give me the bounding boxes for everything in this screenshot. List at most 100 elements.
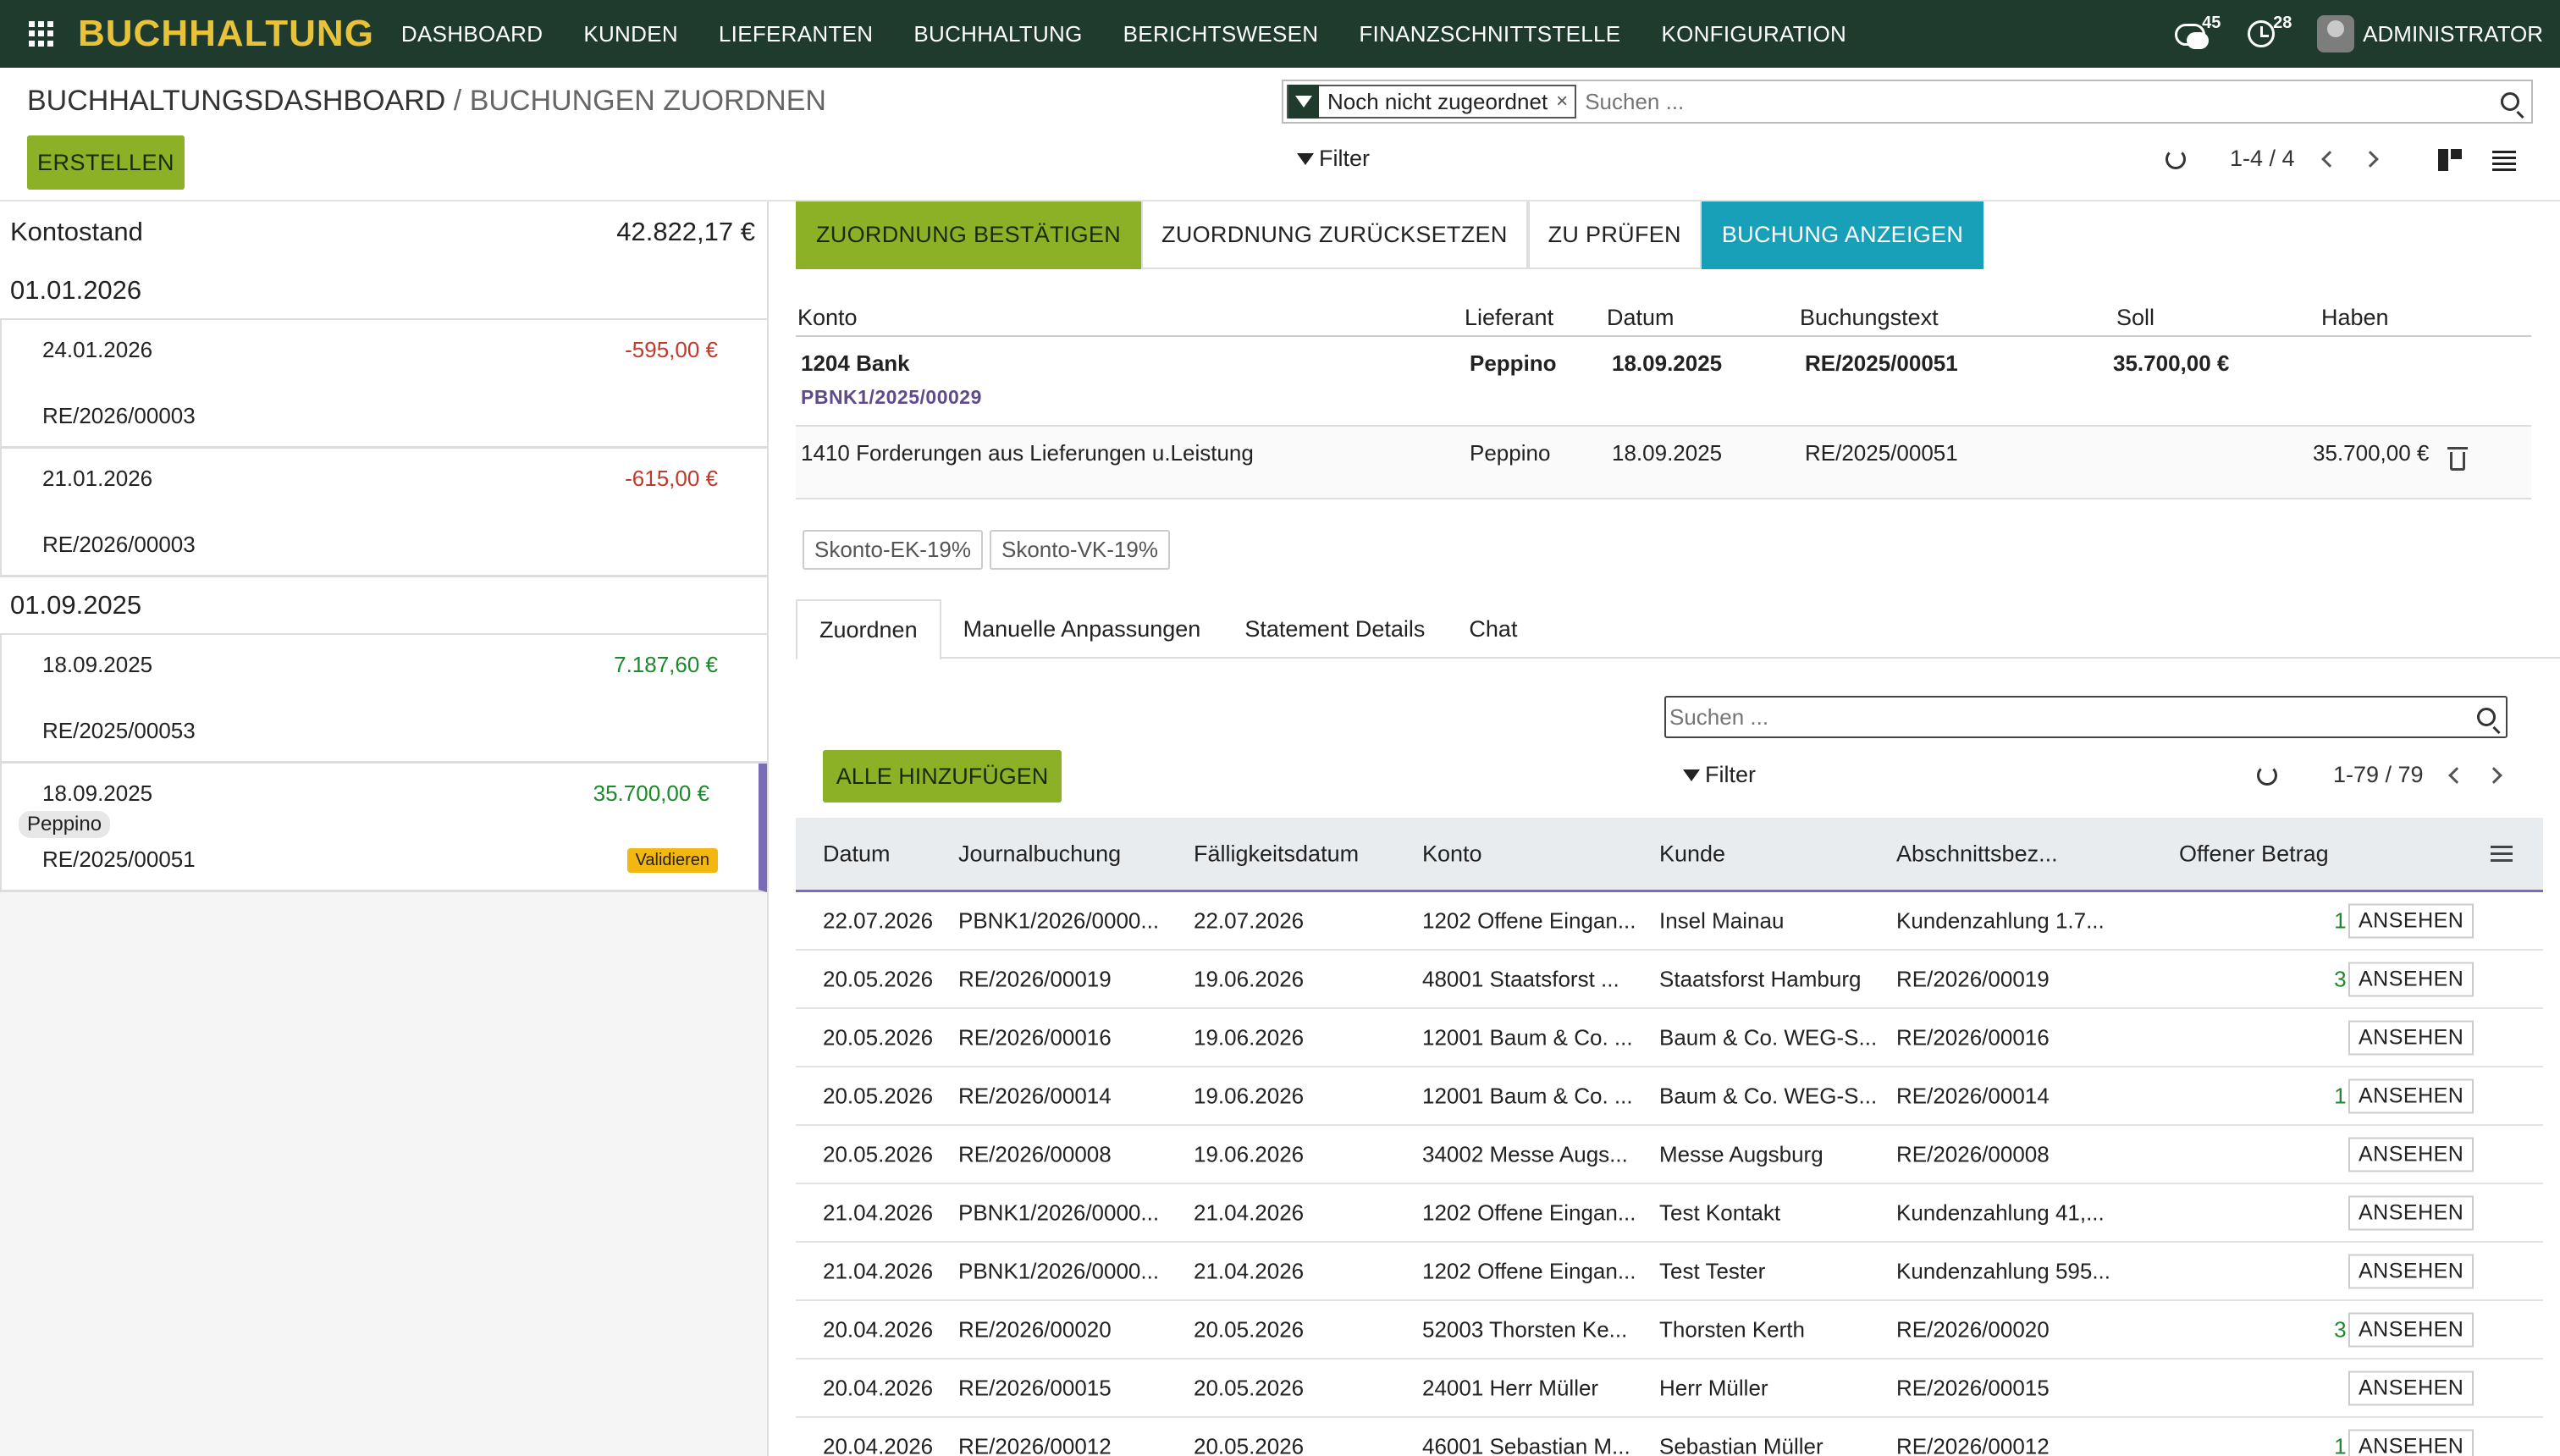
- row-date: 22.07.2026: [823, 907, 934, 933]
- card-amount: -615,00 €: [625, 466, 718, 491]
- col-journalbuchung[interactable]: Journalbuchung: [958, 841, 1121, 867]
- tab-manuelle-anpassungen[interactable]: Manuelle Anpassungen: [941, 599, 1223, 659]
- list-view-icon[interactable]: [2492, 151, 2516, 171]
- validate-badge[interactable]: Validieren: [626, 848, 718, 873]
- col-kunde[interactable]: Kunde: [1659, 841, 1725, 867]
- pager-next-icon[interactable]: [2485, 766, 2502, 784]
- card-reference: RE/2026/00003: [42, 403, 196, 428]
- to-check-button[interactable]: ZU PRÜFEN: [1527, 201, 1702, 269]
- table-row[interactable]: 20.04.2026 RE/2026/00015 20.05.2026 24001 H…: [796, 1359, 2543, 1418]
- journal-line[interactable]: 1204 Bank PBNK1/2025/00029 Peppino 18.09…: [796, 337, 2531, 427]
- table-row[interactable]: 20.04.2026 RE/2026/00012 20.05.2026 46001 S…: [796, 1418, 2543, 1456]
- row-customer: Test Kontakt: [1659, 1200, 1781, 1225]
- view-button[interactable]: ANSEHEN: [2348, 903, 2474, 938]
- row-label: RE/2026/00012: [1896, 1433, 2050, 1456]
- table-row[interactable]: 20.04.2026 RE/2026/00020 20.05.2026 52003 T…: [796, 1301, 2543, 1359]
- view-button[interactable]: ANSEHEN: [2348, 962, 2474, 996]
- row-journal-entry: RE/2026/00019: [958, 966, 1112, 991]
- row-journal-entry: RE/2026/00012: [958, 1433, 1112, 1456]
- inner-filter-dropdown[interactable]: Filter: [1683, 762, 1756, 788]
- row-label: RE/2026/00020: [1896, 1316, 2050, 1342]
- apps-grid-icon[interactable]: [29, 21, 54, 47]
- view-button[interactable]: ANSEHEN: [2348, 1195, 2474, 1230]
- menu-buchhaltung[interactable]: BUCHHALTUNG: [913, 21, 1082, 47]
- row-due-date: 19.06.2026: [1194, 1141, 1305, 1166]
- menu-kunden[interactable]: KUNDEN: [583, 21, 678, 47]
- refresh-icon[interactable]: [2166, 148, 2186, 169]
- confirm-reconcile-button[interactable]: ZUORDNUNG BESTÄTIGEN: [796, 201, 1142, 269]
- view-button[interactable]: ANSEHEN: [2348, 1020, 2474, 1055]
- create-button[interactable]: ERSTELLEN: [27, 135, 185, 190]
- menu-lieferanten[interactable]: LIEFERANTEN: [719, 21, 873, 47]
- pager-next-icon[interactable]: [2361, 150, 2379, 168]
- user-avatar[interactable]: [2317, 15, 2355, 52]
- statement-card[interactable]: 21.01.2026 -615,00 € RE/2026/00003: [0, 449, 767, 577]
- pager-previous-icon[interactable]: [2447, 766, 2465, 784]
- top-navbar: BUCHHALTUNG DASHBOARD KUNDEN LIEFERANTEN…: [0, 0, 2560, 68]
- facet-remove-icon[interactable]: ×: [1556, 90, 1568, 113]
- refresh-icon[interactable]: [2257, 764, 2277, 786]
- table-row[interactable]: 21.04.2026 PBNK1/2026/0000... 21.04.2026 12…: [796, 1243, 2543, 1301]
- col-konto: Konto: [797, 305, 858, 330]
- table-row[interactable]: 21.04.2026 PBNK1/2026/0000... 21.04.2026 12…: [796, 1184, 2543, 1243]
- col-offener-betrag[interactable]: Offener Betrag: [2179, 841, 2329, 867]
- app-brand[interactable]: BUCHHALTUNG: [78, 13, 374, 55]
- search-input[interactable]: [1576, 88, 2501, 115]
- statement-lines-panel: Kontostand 42.822,17 € 01.01.2026 24.01.…: [0, 201, 769, 1456]
- line-bank-reference[interactable]: PBNK1/2025/00029: [801, 386, 982, 409]
- model-tag[interactable]: Skonto-EK-19%: [803, 530, 983, 570]
- column-settings-icon[interactable]: [2491, 845, 2513, 863]
- filter-dropdown[interactable]: Filter: [1297, 146, 1370, 172]
- model-tag[interactable]: Skonto-VK-19%: [989, 530, 1170, 570]
- show-entry-button[interactable]: BUCHUNG ANZEIGEN: [1701, 201, 1984, 269]
- table-row[interactable]: 20.05.2026 RE/2026/00016 19.06.2026 12001 B…: [796, 1009, 2543, 1067]
- breadcrumb-current: BUCHUNGEN ZUORDNEN: [469, 85, 826, 117]
- view-button[interactable]: ANSEHEN: [2348, 1312, 2474, 1347]
- pager-value[interactable]: 1-79 / 79: [2333, 762, 2424, 788]
- statement-card[interactable]: 18.09.2025 7.187,60 € RE/2025/00053: [0, 635, 767, 764]
- messages-icon[interactable]: 45: [2175, 14, 2221, 51]
- col-haben: Haben: [2321, 305, 2389, 330]
- view-button[interactable]: ANSEHEN: [2348, 1078, 2474, 1113]
- reset-reconcile-button[interactable]: ZUORDNUNG ZURÜCKSETZEN: [1141, 201, 1528, 269]
- view-button[interactable]: ANSEHEN: [2348, 1137, 2474, 1172]
- row-label: RE/2026/00019: [1896, 966, 2050, 991]
- col-abschnittsbez[interactable]: Abschnittsbez...: [1896, 841, 2058, 867]
- col-datum[interactable]: Datum: [823, 841, 891, 867]
- statement-card[interactable]: 24.01.2026 -595,00 € RE/2026/00003: [0, 320, 767, 449]
- pager-previous-icon[interactable]: [2320, 150, 2338, 168]
- tab-zuordnen[interactable]: Zuordnen: [796, 599, 941, 660]
- kanban-view-icon[interactable]: [2438, 149, 2462, 171]
- search-icon[interactable]: [2477, 708, 2496, 726]
- menu-finanzschnittstelle[interactable]: FINANZSCHNITTSTELLE: [1359, 21, 1620, 47]
- tab-statement-details[interactable]: Statement Details: [1222, 599, 1447, 659]
- table-row[interactable]: 20.05.2026 RE/2026/00014 19.06.2026 12001 B…: [796, 1067, 2543, 1126]
- table-row[interactable]: 22.07.2026 PBNK1/2026/0000... 22.07.2026 12…: [796, 892, 2543, 951]
- row-customer: Messe Augsburg: [1659, 1141, 1823, 1166]
- search-icon[interactable]: [2501, 92, 2519, 111]
- journal-line[interactable]: 1410 Forderungen aus Lieferungen u.Leist…: [796, 427, 2531, 499]
- menu-berichtswesen[interactable]: BERICHTSWESEN: [1123, 21, 1319, 47]
- menu-dashboard[interactable]: DASHBOARD: [401, 21, 543, 47]
- user-menu[interactable]: ADMINISTRATOR: [2363, 21, 2543, 47]
- view-button[interactable]: ANSEHEN: [2348, 1429, 2474, 1456]
- view-button[interactable]: ANSEHEN: [2348, 1254, 2474, 1288]
- add-all-button[interactable]: ALLE HINZUFÜGEN: [823, 750, 1062, 802]
- col-faelligkeitsdatum[interactable]: Fälligkeitsdatum: [1194, 841, 1359, 867]
- menu-konfiguration[interactable]: KONFIGURATION: [1661, 21, 1846, 47]
- partner-tag: Peppino: [19, 811, 111, 838]
- view-button[interactable]: ANSEHEN: [2348, 1371, 2474, 1405]
- breadcrumb-parent[interactable]: BUCHHALTUNGSDASHBOARD: [27, 85, 445, 117]
- line-partner: Peppino: [1470, 440, 1551, 466]
- inner-search-input[interactable]: [1666, 703, 2477, 731]
- col-konto[interactable]: Konto: [1422, 841, 1482, 867]
- tab-chat[interactable]: Chat: [1447, 599, 1539, 659]
- breadcrumb-separator: /: [453, 85, 462, 117]
- trash-icon[interactable]: [2447, 447, 2468, 471]
- table-row[interactable]: 20.05.2026 RE/2026/00008 19.06.2026 34002 M…: [796, 1126, 2543, 1184]
- statement-card-selected[interactable]: 18.09.2025 35.700,00 € Peppino RE/2025/0…: [0, 764, 767, 892]
- pager-value[interactable]: 1-4 / 4: [2230, 146, 2295, 172]
- table-row[interactable]: 20.05.2026 RE/2026/00019 19.06.2026 48001 S…: [796, 951, 2543, 1009]
- row-due-date: 20.05.2026: [1194, 1375, 1305, 1400]
- activities-clock-icon[interactable]: 28: [2246, 14, 2292, 51]
